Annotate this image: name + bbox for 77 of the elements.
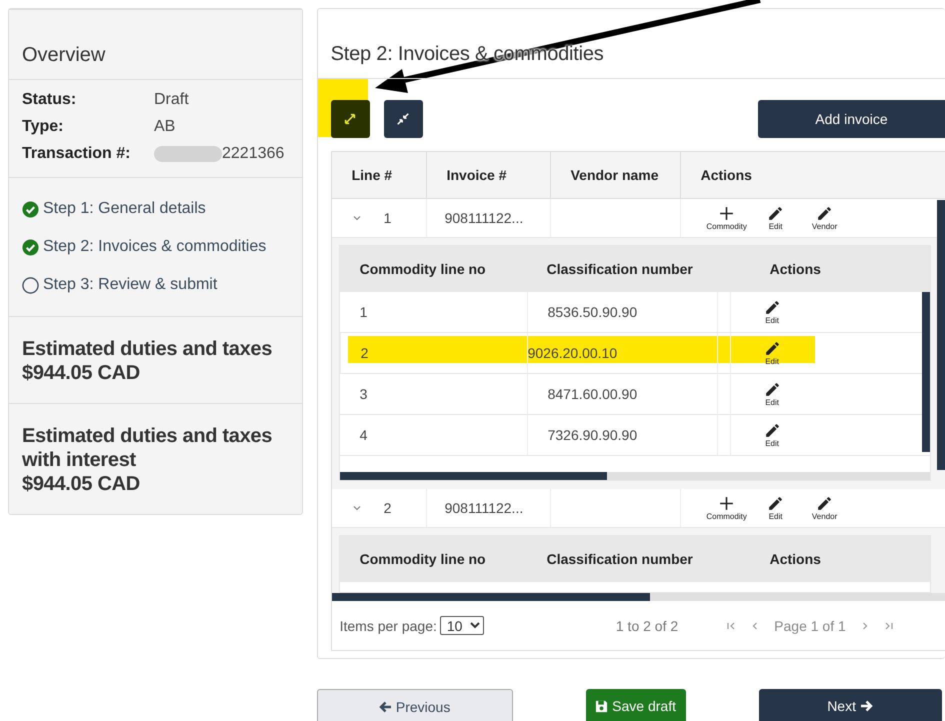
field-value: AB (154, 118, 176, 136)
expand-arrows-icon (343, 112, 358, 126)
table-cell: 908111122... (444, 210, 524, 226)
field-label: Status: (22, 91, 78, 109)
total-amount: $944.05 CAD (22, 361, 141, 385)
edit-button[interactable]: Edit (766, 495, 785, 521)
step-link[interactable]: Step 2: Invoices & commodities (43, 238, 266, 256)
add-commodity-button[interactable]: Commodity (702, 205, 751, 231)
expand-all-button[interactable] (330, 100, 370, 138)
table-cell: 1 (360, 304, 368, 320)
column-header: Commodity line no (358, 260, 487, 279)
table-cell: 8536.50.90.90 (548, 304, 638, 320)
field-label: Type: (22, 118, 64, 136)
edit-button[interactable]: Edit (764, 422, 781, 448)
previous-button[interactable]: Previous (316, 689, 513, 721)
column-header: Invoice # (426, 152, 550, 198)
table-cell: 3 (360, 386, 368, 402)
step-link[interactable]: Step 3: Review & submit (43, 276, 218, 294)
column-header: Actions (768, 260, 822, 279)
edit-button[interactable]: Edit (764, 381, 781, 407)
range-text: 1 to 2 of 2 (616, 618, 678, 634)
scrollbar[interactable] (937, 200, 945, 470)
edit-button[interactable]: Edit (764, 299, 781, 325)
table-cell: 908111122... (444, 500, 524, 516)
first-page-icon[interactable] (726, 620, 736, 630)
column-header: Actions (680, 152, 945, 198)
edit-button[interactable]: Edit (766, 205, 785, 231)
left-arrow-icon (378, 700, 392, 712)
chevron-down-icon[interactable] (352, 213, 362, 223)
page-size-select[interactable]: 10 (440, 616, 484, 635)
edit-button[interactable]: Vendor (800, 495, 849, 521)
pencil-icon (764, 381, 781, 398)
scrollbar[interactable] (332, 593, 650, 601)
table-cell: 7326.90.90.90 (548, 427, 638, 443)
items-per-page-label: Items per page: (340, 618, 437, 634)
save-draft-button[interactable]: Save draft (586, 689, 686, 721)
total-amount: $944.05 CAD (22, 472, 141, 496)
table-cell: 1 (384, 210, 392, 226)
column-header: Line # (350, 166, 394, 185)
table-cell: 4 (360, 427, 368, 443)
last-page-icon[interactable] (884, 620, 894, 630)
total-label: Estimated duties and taxes with interest (22, 424, 274, 472)
collapse-arrows-icon (396, 112, 410, 126)
scrollbar[interactable] (922, 292, 930, 452)
plus-icon (718, 495, 736, 512)
column-header: Vendor name (550, 152, 680, 198)
column-header: Classification number (546, 260, 694, 279)
pencil-icon (764, 422, 781, 439)
page-indicator: Page 1 of 1 (774, 618, 846, 634)
plus-icon (718, 205, 736, 222)
table-cell: 2 (360, 345, 368, 361)
next-button[interactable]: Next (758, 689, 942, 721)
pencil-icon (764, 340, 781, 357)
field-value: Draft (154, 91, 189, 109)
column-header: Commodity line no (358, 550, 487, 569)
scrollbar[interactable] (340, 472, 607, 480)
pencil-icon (767, 205, 784, 222)
table-cell: 2 (384, 500, 392, 516)
field-value: 2221366 (222, 145, 284, 163)
pencil-icon (764, 299, 781, 316)
right-arrow-icon (860, 700, 873, 712)
collapse-all-button[interactable] (384, 100, 423, 138)
chevron-down-icon[interactable] (352, 503, 362, 513)
pencil-icon (767, 495, 784, 512)
pencil-icon (816, 495, 834, 512)
step-link[interactable]: Step 1: General details (43, 200, 206, 218)
column-header: Actions (768, 550, 822, 569)
edit-button[interactable]: Vendor (800, 205, 849, 231)
add-invoice-button[interactable]: Add invoice (758, 100, 945, 138)
field-label: Transaction #: (22, 145, 132, 163)
column-header: Classification number (546, 550, 694, 569)
add-commodity-button[interactable]: Commodity (702, 495, 751, 521)
total-label: Estimated duties and taxes (22, 337, 274, 361)
pencil-icon (816, 205, 834, 222)
table-cell: 8471.60.00.90 (548, 386, 638, 402)
overview-title: Overview (22, 43, 106, 68)
table-cell: 9026.20.00.10 (528, 345, 618, 361)
